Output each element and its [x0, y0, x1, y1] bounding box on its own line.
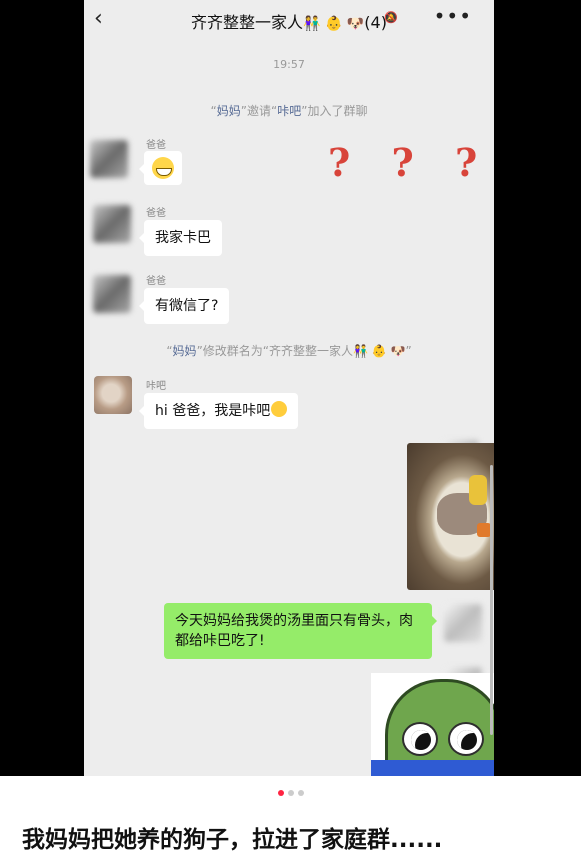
mute-bell-icon: 🔕	[384, 11, 398, 24]
frog-eye	[402, 722, 438, 756]
scrollbar[interactable]	[490, 465, 493, 735]
message-bubble[interactable]: 我家卡巴	[139, 220, 222, 256]
post-caption: 我妈妈把她养的狗子，拉进了家庭群......	[22, 827, 443, 853]
frog-eye	[448, 722, 484, 756]
page-indicator[interactable]	[0, 790, 581, 796]
message-text: hi 爸爸，我是咔吧	[155, 403, 271, 419]
sender-name: 咔吧	[146, 381, 166, 392]
system-rename-message: “妈妈”修改群名为“齐齐整整一家人👫 👶 🐶”	[84, 342, 494, 359]
message-bubble[interactable]: 今天妈妈给我煲的汤里面只有骨头，肉都给咔巴吃了!	[164, 603, 437, 659]
sender-name: 爸爸	[146, 208, 166, 219]
avatar[interactable]	[93, 275, 131, 313]
page-dot-active[interactable]	[277, 790, 284, 796]
message-bubble[interactable]	[139, 151, 182, 185]
avatar[interactable]	[93, 205, 131, 243]
question-marks-overlay: ? ? ? ? ?	[328, 140, 494, 185]
sender-name: 爸爸	[146, 276, 166, 287]
more-icon[interactable]: •••	[434, 4, 472, 28]
page-dot[interactable]	[297, 790, 304, 796]
group-name: 齐齐整整一家人	[191, 13, 304, 32]
chat-header: ‹ 齐齐整整一家人👫 👶 🐶(4) 🔕 •••	[84, 0, 494, 40]
avatar[interactable]	[90, 140, 128, 178]
invitee-name[interactable]: 咔吧	[277, 104, 301, 118]
frog-shirt	[371, 760, 494, 776]
rename-text: ”修改群名为“齐齐整整一家人👫 👶 🐶”	[196, 344, 412, 358]
soup-photo[interactable]	[407, 443, 494, 590]
soup-corn	[469, 475, 487, 505]
title-emojis: 👫 👶 🐶	[303, 16, 365, 32]
invite-rest: ”加入了群聊	[301, 104, 368, 118]
sender-name: 爸爸	[146, 140, 166, 151]
crying-frog-sticker[interactable]	[371, 673, 494, 776]
page-dot[interactable]	[287, 790, 294, 796]
inviter-name[interactable]: 妈妈	[217, 104, 241, 118]
system-invite-message: “妈妈”邀请“咔吧”加入了群聊	[84, 102, 494, 119]
wink-emoji	[271, 401, 288, 417]
my-avatar[interactable]	[444, 604, 482, 642]
message-bubble[interactable]: hi 爸爸，我是咔吧	[138, 393, 299, 429]
chat-title: 齐齐整整一家人👫 👶 🐶(4)	[84, 9, 494, 33]
chat-screen: ‹ 齐齐整整一家人👫 👶 🐶(4) 🔕 ••• 19:57 “妈妈”邀请“咔吧”…	[84, 0, 494, 776]
post-footer: 我妈妈把她养的狗子，拉进了家庭群......	[0, 776, 581, 853]
avatar[interactable]	[94, 376, 132, 414]
invite-text: ”邀请“	[240, 104, 278, 118]
actor-name[interactable]: 妈妈	[173, 344, 197, 358]
grin-emoji	[152, 157, 174, 179]
message-bubble[interactable]: 有微信了?	[138, 288, 230, 324]
timestamp: 19:57	[273, 58, 305, 71]
soup-carrot	[477, 523, 491, 537]
